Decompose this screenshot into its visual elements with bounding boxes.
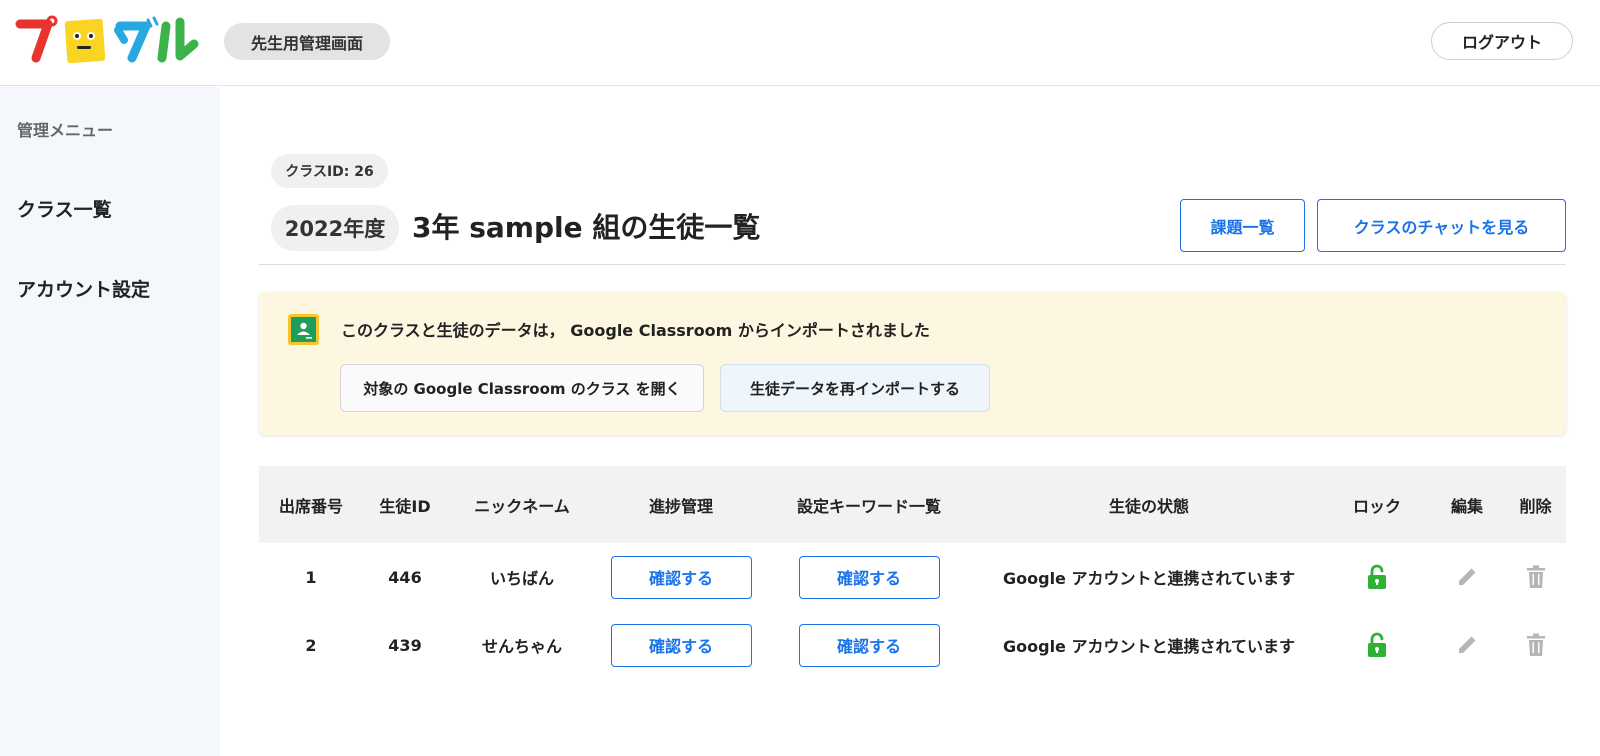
view-keywords-button[interactable]: 確認する (798, 555, 940, 599)
attendance-number: 1 (305, 567, 317, 587)
progress-cell: 確認する (597, 611, 765, 679)
lock-cell (1325, 543, 1429, 611)
column-header-lock: ロック (1352, 496, 1401, 516)
column-header-nickname: ニックネーム (474, 496, 570, 516)
student-nickname: いちばん (489, 569, 554, 588)
edit-cell (1429, 611, 1505, 679)
student-table: 出席番号 生徒ID ニックネーム 進捗管理 設定キーワード一覧 生徒の状態 ロッ… (259, 466, 1566, 679)
keywords-cell: 確認する (765, 543, 973, 611)
open-classroom-button[interactable]: 対象の Google Classroom のクラス を開く (340, 364, 704, 412)
title-divider (259, 264, 1566, 265)
unlock-icon[interactable] (1362, 562, 1392, 592)
column-header-number: 出席番号 (278, 496, 343, 516)
sidebar-item-class-list[interactable]: クラス一覧 (17, 195, 112, 222)
view-progress-button[interactable]: 確認する (610, 623, 752, 667)
logout-button[interactable]: ログアウト (1431, 22, 1573, 60)
student-id: 439 (388, 635, 422, 655)
trash-icon[interactable] (1521, 630, 1551, 660)
app-header: 先生用管理画面 ログアウト (0, 0, 1600, 86)
reimport-students-button[interactable]: 生徒データを再インポートする (720, 364, 990, 412)
delete-cell (1505, 611, 1566, 679)
student-status: Google アカウントと連携されています (1003, 637, 1295, 656)
import-notice-text: このクラスと生徒のデータは， Google Classroom からインポートさ… (341, 321, 930, 340)
import-notice: このクラスと生徒のデータは， Google Classroom からインポートさ… (259, 292, 1566, 435)
student-id: 446 (388, 567, 422, 587)
unlock-icon[interactable] (1362, 630, 1392, 660)
trash-icon[interactable] (1521, 562, 1551, 592)
table-header: 出席番号 生徒ID ニックネーム 進捗管理 設定キーワード一覧 生徒の状態 ロッ… (259, 466, 1566, 543)
table-row: 2 439 せんちゃん 確認する 確認する Google アカウントと連携されて… (259, 611, 1566, 679)
column-header-student-id: 生徒ID (379, 496, 431, 516)
sidebar-heading: 管理メニュー (17, 121, 114, 140)
logo-graphic (15, 15, 199, 64)
student-nickname: せんちゃん (481, 637, 562, 656)
student-status: Google アカウントと連携されています (1003, 569, 1295, 588)
attendance-number: 2 (305, 635, 317, 655)
admin-screen-badge: 先生用管理画面 (224, 23, 390, 60)
sidebar-item-account-settings[interactable]: アカウント設定 (17, 275, 150, 302)
column-header-delete: 削除 (1519, 496, 1552, 516)
keywords-cell: 確認する (765, 611, 973, 679)
column-header-edit: 編集 (1450, 496, 1483, 516)
edit-cell (1429, 543, 1505, 611)
sidebar: 管理メニュー クラス一覧 アカウント設定 (0, 87, 220, 756)
lock-cell (1325, 611, 1429, 679)
assignment-list-button[interactable]: 課題一覧 (1180, 199, 1305, 252)
edit-pencil-icon[interactable] (1452, 562, 1482, 592)
school-year-badge: 2022年度 (271, 205, 399, 251)
app-logo[interactable] (14, 14, 200, 66)
column-header-keywords: 設定キーワード一覧 (796, 496, 941, 516)
view-progress-button[interactable]: 確認する (610, 555, 752, 599)
class-chat-button[interactable]: クラスのチャットを見る (1317, 199, 1566, 252)
table-row: 1 446 いちばん 確認する 確認する Google アカウントと連携されてい… (259, 543, 1566, 611)
view-keywords-button[interactable]: 確認する (798, 623, 940, 667)
edit-pencil-icon[interactable] (1452, 630, 1482, 660)
page-title: 3年 sample 組の生徒一覧 (412, 211, 761, 244)
google-classroom-icon (288, 314, 319, 345)
class-id-badge: クラスID: 26 (271, 154, 388, 188)
delete-cell (1505, 543, 1566, 611)
column-header-progress: 進捗管理 (648, 496, 713, 516)
column-header-status: 生徒の状態 (1108, 496, 1189, 516)
progress-cell: 確認する (597, 543, 765, 611)
